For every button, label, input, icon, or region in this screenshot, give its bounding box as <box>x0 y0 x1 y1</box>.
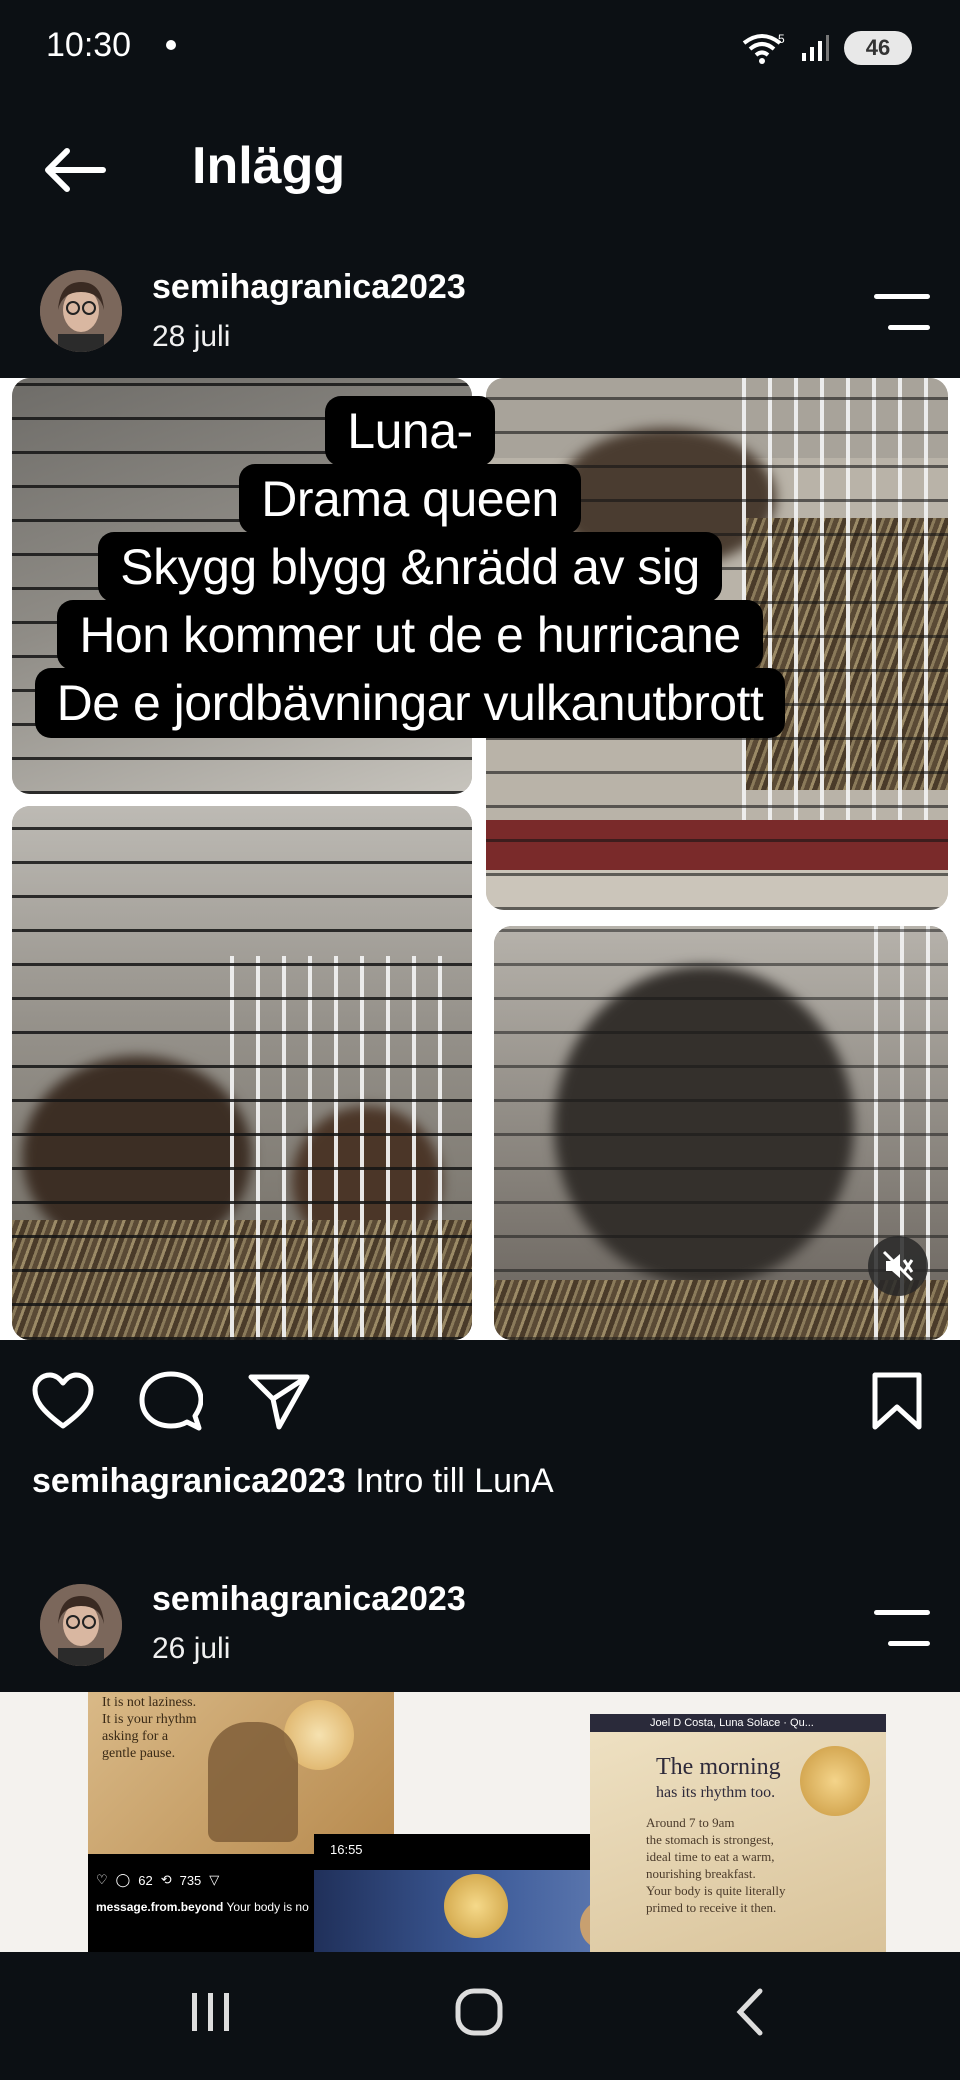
bookmark-icon <box>872 1372 922 1430</box>
avatar-image <box>40 1584 122 1666</box>
post-caption: semihagranica2023 Intro till LunA <box>32 1462 554 1501</box>
like-button[interactable] <box>28 1368 98 1434</box>
caption-username[interactable]: semihagranica2023 <box>32 1462 346 1500</box>
overlay-line: De e jordbävningar vulkanutbrott <box>34 668 786 738</box>
share-icon <box>248 1374 310 1430</box>
thumbnail-right: Joel D Costa, Luna Solace · Qu... The mo… <box>590 1714 886 1952</box>
thumb-caption-user: message.from.beyond <box>96 1900 224 1914</box>
overlay-line: Luna- <box>325 396 495 466</box>
save-button[interactable] <box>862 1368 932 1434</box>
thumbnail-text: It is not laziness. It is your rhythm as… <box>102 1695 197 1761</box>
home-icon <box>455 1988 503 2036</box>
thumbnail-left-footer: ♡ ◯ 62 ⟲ 735 ▽ message.from.beyond Your bo… <box>88 1854 314 1952</box>
notification-dot-icon <box>166 40 176 50</box>
comment-icon: ◯ <box>115 1872 131 1887</box>
signal-icon <box>802 35 829 61</box>
system-nav-bar <box>0 1952 960 2080</box>
thumb-subtitle: has its rhythm too. <box>656 1784 776 1801</box>
post-image[interactable]: It is not laziness. It is your rhythm as… <box>0 1692 960 1952</box>
overlay-line: Drama queen <box>239 464 581 534</box>
home-button[interactable] <box>424 1972 534 2052</box>
overlay-line: Hon kommer ut de e hurricane <box>57 600 763 670</box>
back-icon <box>736 1988 763 2036</box>
thumb-header: Joel D Costa, Luna Solace · Qu... <box>590 1714 886 1732</box>
caption-text: Intro till LunA <box>355 1462 554 1500</box>
back-arrow-icon <box>45 148 106 192</box>
repost-icon: ⟲ <box>160 1872 172 1887</box>
thumb-body: Around 7 to 9am the stomach is strongest… <box>646 1815 786 1915</box>
battery-level: 46 <box>865 35 891 60</box>
thumb-caption-text: Your body is no <box>226 1900 309 1914</box>
overlay-text-block: Luna- Drama queen Skygg blygg &nrädd av … <box>0 396 820 738</box>
thumb-time: 16:55 <box>330 1842 363 1857</box>
post-username[interactable]: semihagranica2023 <box>152 268 466 307</box>
avatar-image <box>40 270 122 352</box>
menu-icon[interactable] <box>874 294 930 330</box>
avatar[interactable] <box>40 270 122 352</box>
avatar[interactable] <box>40 1584 122 1666</box>
post-date: 26 juli <box>152 1632 231 1665</box>
status-time: 10:30 <box>46 26 132 64</box>
thumb-title: The morning <box>656 1754 781 1780</box>
thumb-shares: 735 <box>179 1872 202 1888</box>
post-image[interactable]: Luna- Drama queen Skygg blygg &nrädd av … <box>0 378 960 1340</box>
heart-icon: ♡ <box>96 1872 108 1887</box>
overlay-line: Skygg blygg &nrädd av sig <box>98 532 722 602</box>
system-back-button[interactable] <box>694 1972 804 2052</box>
mute-button[interactable] <box>868 1236 928 1296</box>
battery-icon: 46 <box>844 31 912 65</box>
thumbnail-left: It is not laziness. It is your rhythm as… <box>88 1692 394 1854</box>
back-button[interactable] <box>40 140 110 200</box>
heart-icon <box>32 1372 94 1429</box>
thumb-likes: 62 <box>138 1872 153 1888</box>
share-button[interactable] <box>244 1368 314 1434</box>
recents-icon <box>192 1993 229 2031</box>
page-title: Inlägg <box>192 137 346 195</box>
status-icons: 5 46 <box>742 28 912 68</box>
share-icon: ▽ <box>209 1872 220 1887</box>
post-date: 28 juli <box>152 320 231 353</box>
wifi-icon: 5 <box>742 32 785 64</box>
photo-tile <box>12 806 472 1340</box>
comment-icon <box>139 1371 203 1431</box>
post-username[interactable]: semihagranica2023 <box>152 1580 466 1619</box>
recents-button[interactable] <box>156 1972 266 2052</box>
mute-icon <box>882 1250 914 1282</box>
menu-icon[interactable] <box>874 1610 930 1646</box>
svg-text:5: 5 <box>778 32 785 46</box>
comment-button[interactable] <box>136 1368 206 1434</box>
